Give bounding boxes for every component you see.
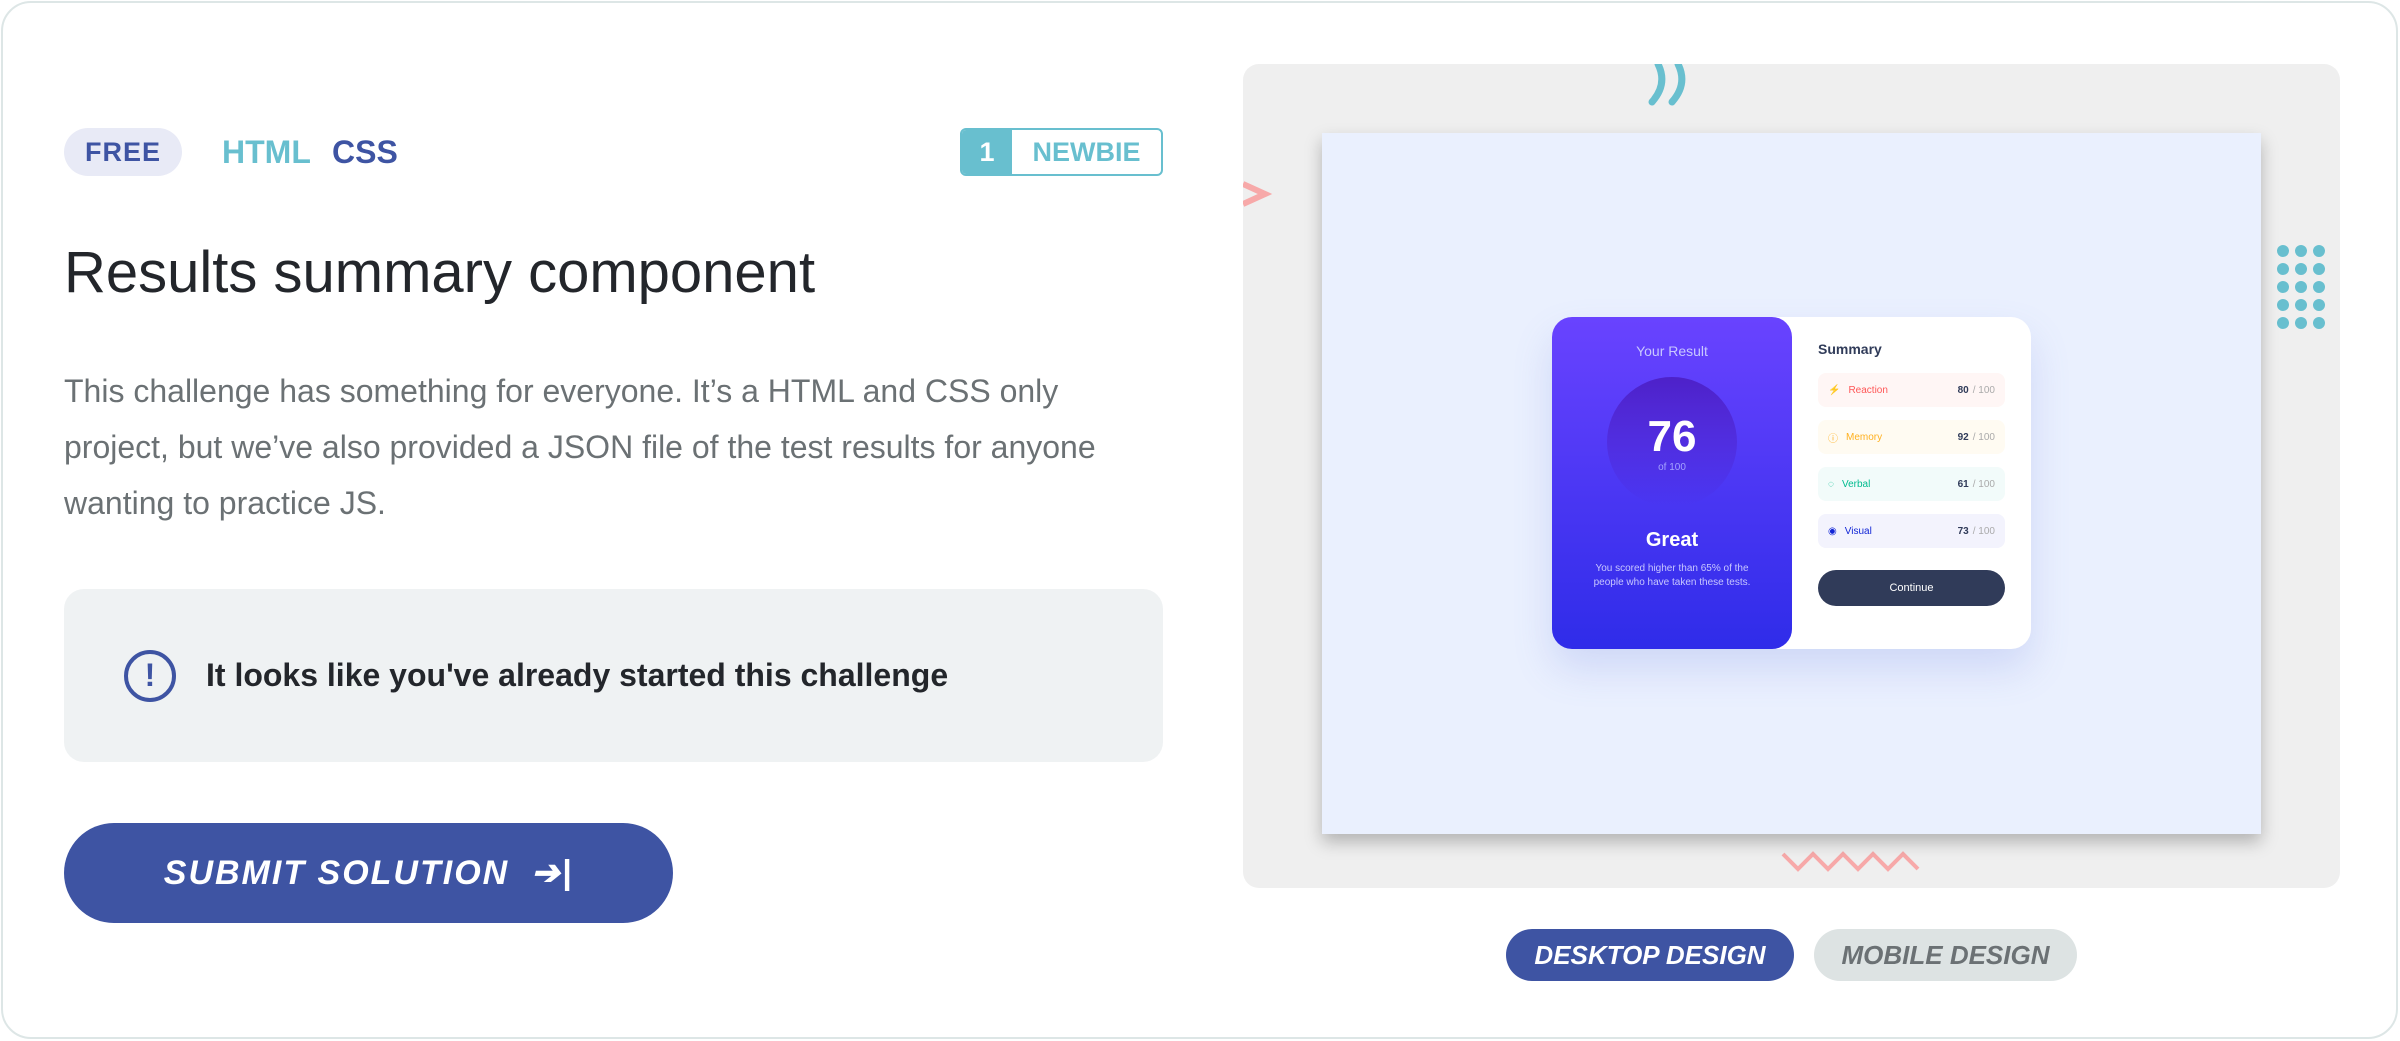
rating: Great [1645, 529, 1699, 551]
summary-panel: Summary ⚡ Reaction 80/ 100 ⓘ Memory 92/ 100 ◌ V… [1792, 317, 2031, 649]
difficulty-level: 1 [962, 130, 1012, 174]
category-max: / 100 [1972, 384, 1995, 396]
summary-row: ⓘ Memory 92/ 100 [1818, 420, 2005, 454]
desktop-screenshot: Your Result 76 of 100 Great You scored h… [1322, 133, 2261, 834]
category-max: / 100 [1972, 525, 1995, 537]
category-max: / 100 [1972, 478, 1995, 490]
category-icon: ◉ [1828, 525, 1837, 537]
category-score: 92 [1957, 431, 1969, 443]
summary-heading: Summary [1818, 341, 1882, 357]
results-component-preview: Your Result 76 of 100 Great You scored h… [1552, 317, 2031, 649]
notice-text: It looks like you've already started thi… [206, 657, 949, 693]
category-max: / 100 [1972, 431, 1995, 443]
summary-row: ⚡ Reaction 80/ 100 [1818, 373, 2005, 407]
exclamation-icon: ! [124, 649, 176, 702]
tab-mobile-design[interactable]: MOBILE DESIGN [1814, 929, 2077, 981]
difficulty-label: NEWBIE [1032, 136, 1141, 167]
started-notice: ! It looks like you've already started t… [64, 589, 1163, 762]
difficulty-badge: 1 NEWBIE [960, 128, 1163, 176]
score-circle: 76 of 100 [1607, 377, 1737, 507]
challenge-description: This challenge has something for everyon… [64, 373, 1096, 521]
design-preview[interactable]: Your Result 76 of 100 Great You scored h… [1243, 64, 2340, 888]
page-title: Results summary component [64, 240, 816, 305]
score-value: 76 [1647, 411, 1697, 461]
result-heading: Your Result [1636, 343, 1708, 359]
challenge-card: FREE HTML CSS 1 NEWBIE Results summary c… [1, 1, 2398, 1039]
category-icon: ⓘ [1828, 433, 1838, 445]
summary-row: ◉ Visual 73/ 100 [1818, 514, 2005, 548]
continue-button: Continue [1818, 570, 2005, 606]
category-name: Memory [1846, 431, 1883, 443]
category-score: 80 [1957, 384, 1969, 396]
arrow-right-to-bracket-icon: ➔| [531, 854, 574, 892]
category-score: 61 [1957, 478, 1969, 490]
free-badge: FREE [64, 128, 182, 176]
category-name: Verbal [1841, 478, 1871, 490]
tag-css[interactable]: CSS [332, 128, 398, 176]
rating-text: You scored higher than 65% of the people… [1593, 563, 1751, 588]
category-icon: ◌ [1828, 478, 1834, 490]
tag-html[interactable]: HTML [222, 128, 311, 176]
tab-desktop-design[interactable]: DESKTOP DESIGN [1506, 929, 1794, 981]
category-name: Visual [1844, 525, 1872, 537]
result-panel: Your Result 76 of 100 Great You scored h… [1552, 317, 1792, 649]
category-score: 73 [1957, 525, 1969, 537]
score-of: of 100 [1658, 461, 1686, 473]
submit-label: SUBMIT SOLUTION [163, 853, 510, 892]
submit-solution-button[interactable]: SUBMIT SOLUTION ➔| [64, 823, 673, 923]
summary-row: ◌ Verbal 61/ 100 [1818, 467, 2005, 501]
category-name: Reaction [1848, 384, 1888, 396]
category-icon: ⚡ [1828, 384, 1841, 396]
